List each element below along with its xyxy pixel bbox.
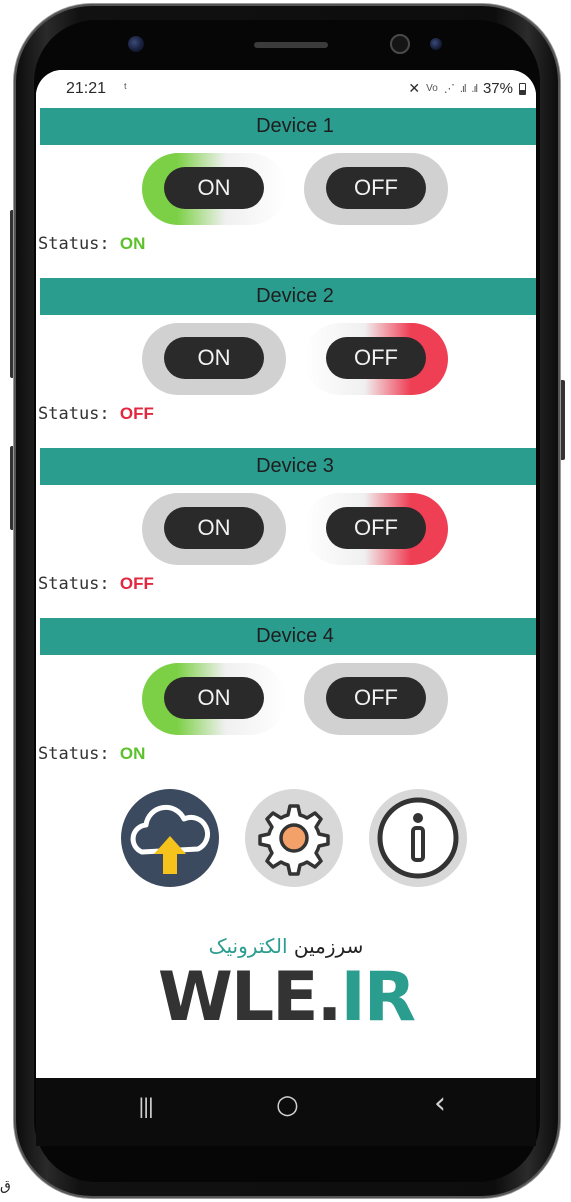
info-button[interactable] [368,788,468,888]
on-button[interactable]: ON [142,323,286,395]
info-icon [369,789,467,887]
device-title: Device 1 [40,108,536,145]
brand-logo: WLE.IR [36,964,536,1032]
off-button[interactable]: OFF [304,153,448,225]
stage: 21:21 ᵗ ✕ Vo ⋰ .ıl .ıl 37% Device 1 ON O… [0,0,571,1202]
off-button-label: OFF [326,507,426,549]
device-title: Device 2 [40,278,536,315]
switch-row: ON OFF [36,153,536,225]
off-button[interactable]: OFF [304,493,448,565]
logo-part1: WLE. [157,958,343,1037]
recent-apps-button[interactable]: ||| [138,1094,154,1130]
brand-tagline: سرزمین الکترونیک [36,934,536,958]
usb-icon: ᵗ [124,80,127,95]
brand-tagline-part1: سرزمین [293,934,364,958]
on-button-label: ON [164,507,264,549]
status-icons: ✕ Vo ⋰ .ıl .ıl 37% [408,80,526,97]
cloud-upload-button[interactable] [120,788,220,888]
front-camera-icon [128,36,144,52]
cloud-upload-icon [121,789,219,887]
volte-icon: Vo [426,83,438,94]
on-button-label: ON [164,167,264,209]
signal-icon-2: .ıl [471,82,477,95]
off-button-label: OFF [326,167,426,209]
status-label: Status: [38,234,110,254]
on-button-label: ON [164,337,264,379]
device-card-1: Device 1 ON OFF Status: ON [36,108,536,278]
signal-icon: .ıl [459,82,466,95]
on-button[interactable]: ON [142,153,286,225]
status-value: ON [119,744,146,763]
status-text: Status: ON [38,744,145,764]
home-button[interactable]: ○ [276,1090,299,1126]
stray-character: ق [0,1178,11,1194]
action-icons [36,788,536,898]
battery-icon [519,82,526,95]
status-label: Status: [38,574,110,594]
device-list: Device 1 ON OFF Status: ON Device 2 ON O… [36,108,536,788]
off-button[interactable]: OFF [304,323,448,395]
device-card-2: Device 2 ON OFF Status: OFF [36,278,536,448]
brand-tagline-part2: الکترونیک [208,934,288,958]
status-label: Status: [38,404,110,424]
on-button[interactable]: ON [142,493,286,565]
proximity-sensor-icon [430,38,442,50]
wifi-icon: ⋰ [443,83,455,95]
switch-row: ON OFF [36,663,536,735]
status-text: Status: OFF [38,404,154,424]
status-value: OFF [119,404,154,423]
on-button[interactable]: ON [142,663,286,735]
status-value: OFF [119,574,154,593]
status-label: Status: [38,744,110,764]
screen: 21:21 ᵗ ✕ Vo ⋰ .ıl .ıl 37% Device 1 ON O… [36,70,536,1078]
status-text: Status: OFF [38,574,154,594]
off-button-label: OFF [326,677,426,719]
status-bar: 21:21 ᵗ ✕ Vo ⋰ .ıl .ıl 37% [36,70,536,108]
off-button[interactable]: OFF [304,663,448,735]
mute-icon: ✕ [408,80,421,96]
earpiece-speaker [254,42,328,48]
back-button[interactable]: ‹ [434,1086,446,1122]
clock: 21:21 [66,80,107,97]
logo-part2: IR [340,958,416,1037]
switch-row: ON OFF [36,323,536,395]
device-title: Device 4 [40,618,536,655]
iris-sensor-icon [390,34,410,54]
device-card-4: Device 4 ON OFF Status: ON [36,618,536,788]
brand-block: سرزمین الکترونیک WLE.IR [36,934,536,1032]
device-title: Device 3 [40,448,536,485]
on-button-label: ON [164,677,264,719]
settings-button[interactable] [244,788,344,888]
status-text: Status: ON [38,234,145,254]
switch-row: ON OFF [36,493,536,565]
status-value: ON [119,234,146,253]
device-card-3: Device 3 ON OFF Status: OFF [36,448,536,618]
navigation-bar: ||| ○ ‹ [36,1078,536,1146]
off-button-label: OFF [326,337,426,379]
gear-icon [245,789,343,887]
battery-percent: 37% [482,80,513,97]
power-button [560,380,565,460]
